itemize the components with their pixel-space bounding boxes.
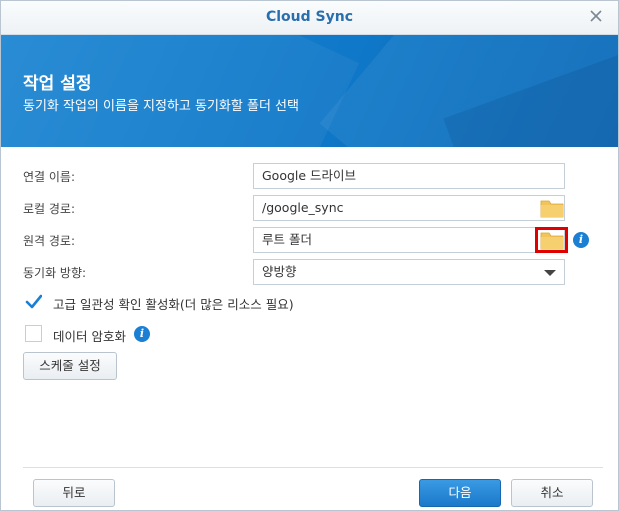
cancel-button[interactable]: 취소 [511, 479, 593, 507]
back-button[interactable]: 뒤로 [33, 479, 115, 507]
encrypt-checkbox[interactable] [25, 325, 42, 342]
consistency-check-label: 고급 일관성 확인 활성화(더 많은 리소스 필요) [53, 297, 294, 312]
dialog-title: Cloud Sync [265, 9, 354, 25]
remote-path-label: 원격 경로: [23, 234, 76, 248]
title-bar: Cloud Sync [1, 1, 618, 35]
sync-direction-select[interactable]: 양방향 [253, 259, 565, 285]
local-path-label: 로컬 경로: [23, 202, 76, 216]
cloud-sync-dialog: Cloud Sync 작업 설정 동기화 작업의 이름을 지정하고 동기화할 폴… [0, 0, 619, 511]
encrypt-label: 데이터 암호화 [53, 329, 126, 344]
sync-direction-value: 양방향 [262, 264, 297, 279]
remote-folder-highlight [535, 227, 568, 253]
local-path-field[interactable]: /google_sync [253, 195, 565, 221]
connection-name-field[interactable]: Google 드라이브 [253, 163, 565, 189]
local-folder-icon[interactable] [539, 197, 565, 219]
connection-name-label: 연결 이름: [23, 170, 76, 184]
banner-subtitle: 동기화 작업의 이름을 지정하고 동기화할 폴더 선택 [23, 99, 299, 114]
banner-title: 작업 설정 [23, 74, 92, 94]
remote-path-field[interactable]: 루트 폴더 [253, 227, 565, 253]
close-icon[interactable] [586, 6, 606, 26]
schedule-button[interactable]: 스케줄 설정 [23, 352, 117, 380]
checkmark-icon [25, 294, 43, 309]
consistency-check-checkbox[interactable] [25, 293, 43, 310]
header-banner: 작업 설정 동기화 작업의 이름을 지정하고 동기화할 폴더 선택 [1, 35, 618, 147]
next-button[interactable]: 다음 [419, 479, 501, 507]
sync-direction-label: 동기화 방향: [23, 266, 87, 280]
info-icon[interactable]: i [573, 232, 589, 248]
chevron-down-icon [544, 270, 556, 276]
encrypt-info-icon[interactable]: i [134, 326, 150, 342]
footer-divider [23, 467, 603, 468]
